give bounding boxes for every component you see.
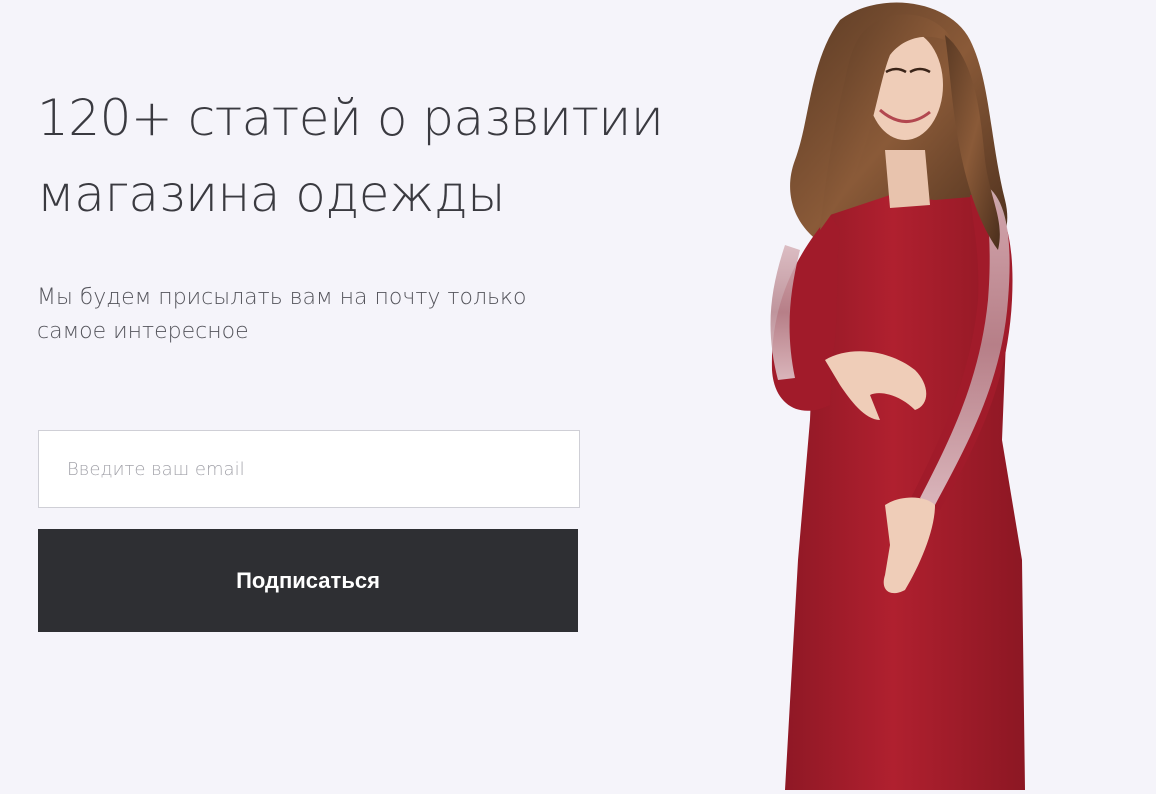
subtitle-line-2: самое интересное [37, 319, 249, 344]
headline-line-1: 120+ статей о развитии [37, 89, 664, 147]
model-photo [740, 0, 1060, 794]
headline: 120+ статей о развитии магазина одежды [37, 80, 737, 232]
subscribe-button[interactable]: Подписаться [38, 529, 578, 632]
subtitle: Мы будем присылать вам на почту только с… [37, 281, 617, 349]
email-field[interactable] [38, 430, 580, 508]
model-in-red-dress-image [770, 2, 1025, 790]
headline-line-2: магазина одежды [37, 165, 506, 223]
subscribe-page: 120+ статей о развитии магазина одежды М… [0, 0, 1156, 794]
subtitle-line-1: Мы будем присылать вам на почту только [37, 285, 527, 310]
